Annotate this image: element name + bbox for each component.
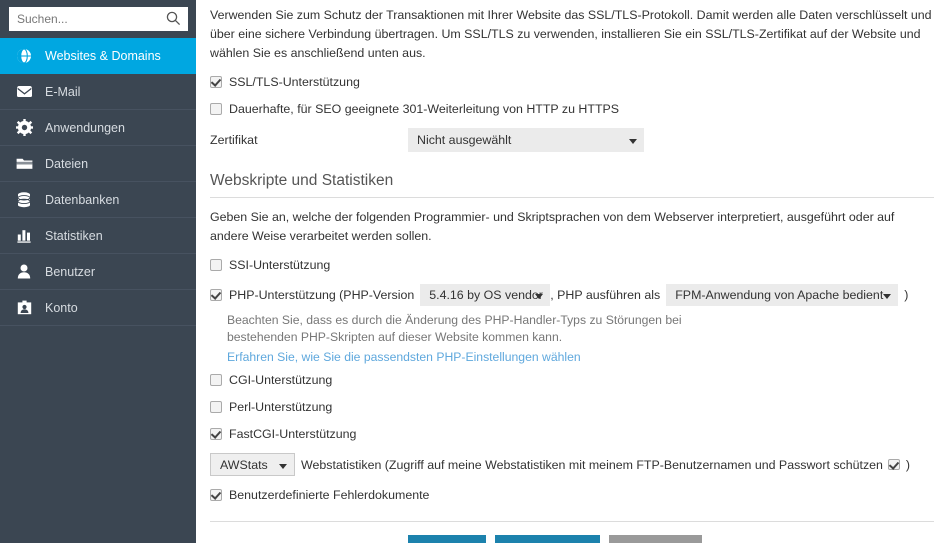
sidebar-item-benutzer[interactable]: Benutzer (0, 254, 196, 290)
sidebar-item-dateien[interactable]: Dateien (0, 146, 196, 182)
webstats-protect-checkbox[interactable] (887, 459, 900, 470)
webstats-label-suffix: ) (905, 457, 911, 472)
custom-error-docs-row[interactable]: Benutzerdefinierte Fehlerdokumente (210, 487, 934, 503)
ssl-intro-text: Verwenden Sie zum Schutz der Transaktion… (210, 8, 932, 60)
fastcgi-support-label: FastCGI-Unterstützung (229, 427, 357, 441)
sidebar-empty-space (0, 326, 196, 543)
certificate-select[interactable]: Nicht ausgewählt (408, 128, 644, 152)
php-settings-help-link[interactable]: Erfahren Sie, wie Sie die passendsten PH… (227, 350, 581, 364)
sidebar-item-label: E-Mail (45, 84, 81, 99)
perl-support-checkbox[interactable] (210, 401, 222, 413)
sidebar-item-label: Anwendungen (45, 120, 125, 135)
php-handler-note: Beachten Sie, dass es durch die Änderung… (227, 313, 682, 344)
form-footer: * Erforderliche Felder OK Übernehmen Abb… (210, 535, 934, 543)
redirect-301-checkbox[interactable] (210, 103, 222, 115)
ssl-tls-support-row[interactable]: SSL/TLS-Unterstützung (210, 74, 934, 90)
sidebar-item-statistiken[interactable]: Statistiken (0, 218, 196, 254)
app-window: Websites & Domains E-Mail (0, 0, 944, 543)
sidebar-item-anwendungen[interactable]: Anwendungen (0, 110, 196, 146)
sidebar-item-konto[interactable]: Konto (0, 290, 196, 326)
globe-icon (14, 47, 34, 65)
perl-support-label: Perl-Unterstützung (229, 400, 333, 414)
custom-error-docs-checkbox[interactable] (210, 489, 222, 501)
php-handler-select[interactable]: FPM-Anwendung von Apache bedient (666, 284, 899, 306)
gear-icon (14, 119, 34, 137)
bar-chart-icon (14, 227, 34, 245)
certificate-label: Zertifikat (210, 133, 258, 147)
ssl-tls-support-label: SSL/TLS-Unterstützung (229, 75, 360, 89)
php-support-row: PHP-Unterstützung (PHP-Version 5.4.16 by… (210, 284, 934, 306)
sidebar-item-email[interactable]: E-Mail (0, 74, 196, 110)
webstats-row: AWStats Webstatistiken (Zugriff auf mein… (210, 453, 934, 476)
sidebar-item-label: Dateien (45, 156, 89, 171)
ssi-support-row[interactable]: SSI-Unterstützung (210, 257, 934, 273)
redirect-301-label: Dauerhafte, für SEO geeignete 301-Weiter… (229, 102, 620, 116)
database-icon (14, 191, 34, 209)
php-handler-value: FPM-Anwendung von Apache bedient (675, 288, 884, 302)
cgi-support-label: CGI-Unterstützung (229, 373, 333, 387)
cancel-button[interactable]: Abbrechen (608, 535, 702, 543)
sidebar-item-label: Konto (45, 300, 78, 315)
php-handler-label: , PHP ausführen als (550, 288, 661, 302)
sidebar: Websites & Domains E-Mail (0, 0, 196, 543)
section-title-webscripts: Webskripte und Statistiken (210, 172, 934, 198)
perl-support-row[interactable]: Perl-Unterstützung (210, 399, 934, 415)
chevron-down-icon (629, 139, 637, 144)
ssi-support-checkbox[interactable] (210, 259, 222, 271)
sidebar-nav: Websites & Domains E-Mail Anwendungen Da… (0, 38, 196, 326)
user-icon (14, 263, 34, 281)
sidebar-search-container (0, 0, 196, 38)
chevron-down-icon (883, 294, 892, 299)
sidebar-item-websites-domains[interactable]: Websites & Domains (0, 38, 196, 74)
search-box[interactable] (9, 7, 188, 31)
cgi-support-row[interactable]: CGI-Unterstützung (210, 372, 934, 388)
ssl-tls-support-checkbox[interactable] (210, 76, 222, 88)
php-support-label-suffix: ) (904, 288, 909, 302)
cgi-support-checkbox[interactable] (210, 374, 222, 386)
footer-divider (210, 521, 934, 522)
sidebar-item-label: Websites & Domains (45, 48, 161, 63)
folder-icon (14, 155, 34, 173)
envelope-icon (14, 83, 34, 101)
main-content: Verwenden Sie zum Schutz der Transaktion… (196, 0, 944, 543)
webscripts-description: Geben Sie an, welche der folgenden Progr… (210, 210, 895, 243)
custom-error-docs-label: Benutzerdefinierte Fehlerdokumente (229, 488, 430, 502)
fastcgi-support-checkbox[interactable] (210, 428, 222, 440)
sidebar-item-label: Benutzer (45, 264, 96, 279)
php-version-select[interactable]: 5.4.16 by OS vendor (420, 284, 551, 306)
fastcgi-support-row[interactable]: FastCGI-Unterstützung (210, 426, 934, 442)
sidebar-item-label: Datenbanken (45, 192, 120, 207)
php-support-label-prefix: PHP-Unterstützung (PHP-Version (229, 288, 415, 302)
ssi-support-label: SSI-Unterstützung (229, 258, 331, 272)
certificate-select-value: Nicht ausgewählt (417, 133, 512, 147)
apply-button[interactable]: Übernehmen (495, 535, 600, 543)
sidebar-item-label: Statistiken (45, 228, 103, 243)
search-input[interactable] (9, 8, 188, 30)
redirect-301-row[interactable]: Dauerhafte, für SEO geeignete 301-Weiter… (210, 101, 934, 117)
webstats-engine-select[interactable]: AWStats (210, 453, 295, 476)
webstats-label-prefix: Webstatistiken (Zugriff auf meine Websta… (301, 457, 883, 472)
id-card-icon (14, 299, 34, 317)
chevron-down-icon (535, 294, 544, 299)
php-support-checkbox[interactable] (210, 289, 222, 301)
certificate-row: Zertifikat Nicht ausgewählt (210, 128, 934, 152)
sidebar-item-datenbanken[interactable]: Datenbanken (0, 182, 196, 218)
php-version-value: 5.4.16 by OS vendor (429, 288, 543, 302)
chevron-down-icon (279, 463, 287, 469)
webstats-engine-value: AWStats (220, 457, 268, 472)
ok-button[interactable]: OK (408, 535, 486, 543)
